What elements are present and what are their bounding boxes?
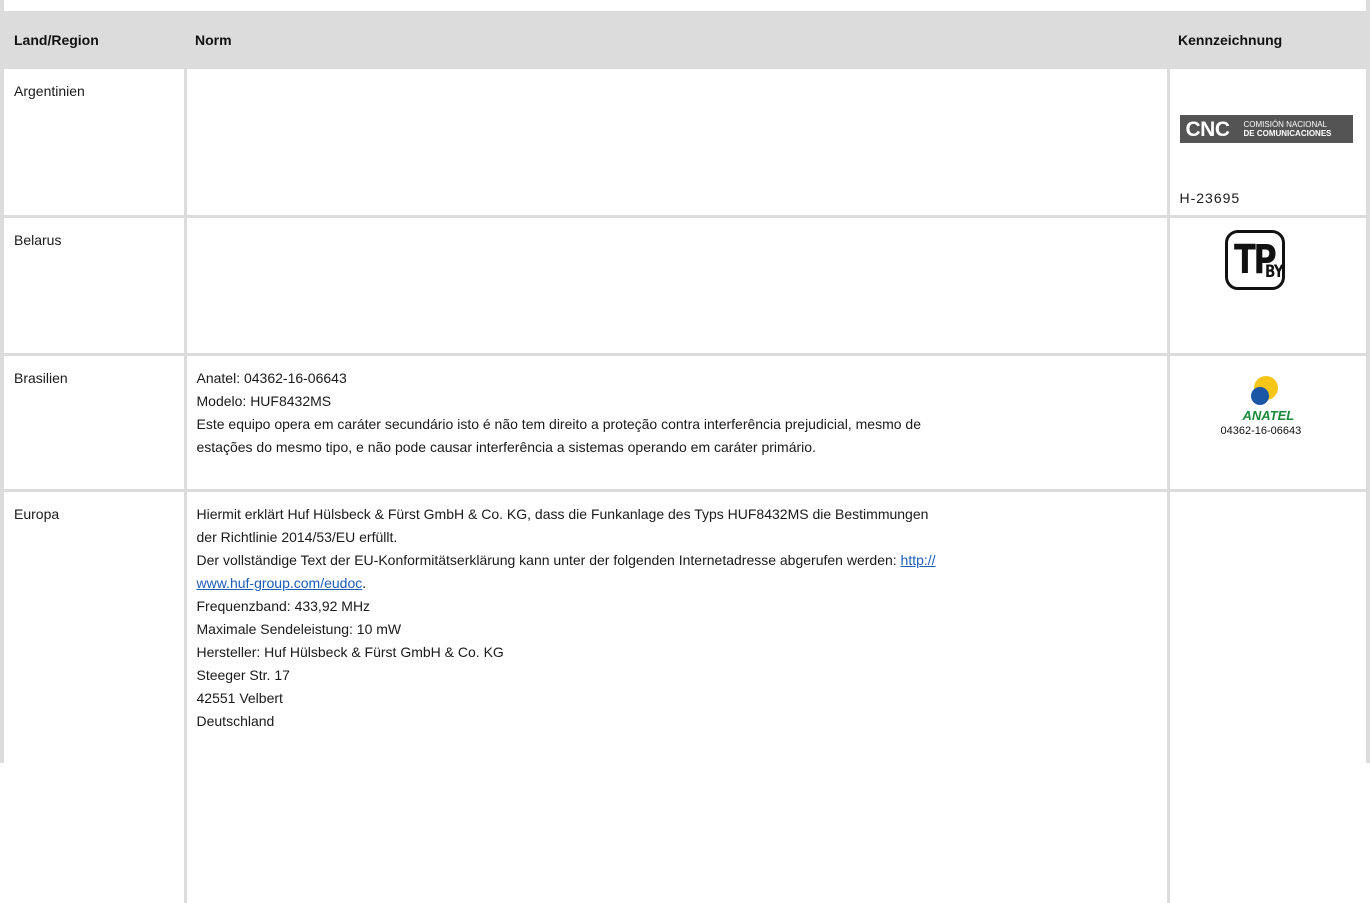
norm-cell: Anatel: 04362-16-06643 Modelo: HUF8432MS… [185, 355, 1168, 491]
norm-line-text: Der vollständige Text der EU-Konformität… [197, 552, 901, 568]
cnc-logo-line1: COMISIÓN NACIONAL [1244, 120, 1328, 129]
norm-line: Modelo: HUF8432MS [197, 390, 1157, 413]
norm-line: Hiermit erklärt Huf Hülsbeck & Fürst Gmb… [197, 503, 1157, 526]
norm-line: der Richtlinie 2014/53/EU erfüllt. [197, 526, 1157, 549]
table-row-belarus: Belarus TP BY [4, 217, 1366, 355]
norm-cell [185, 69, 1168, 217]
norm-line: Deutschland [197, 710, 1157, 733]
tp-logo-sub: BY [1265, 261, 1283, 284]
header-kennzeichnung: Kennzeichnung [1168, 11, 1366, 69]
norm-line: Hersteller: Huf Hülsbeck & Fürst GmbH & … [197, 641, 1157, 664]
norm-line: Frequenzband: 433,92 MHz [197, 595, 1157, 618]
cnc-approval-code: H-23695 [1180, 187, 1241, 210]
norm-line: Maximale Sendeleistung: 10 mW [197, 618, 1157, 641]
country-cell: Europa [4, 491, 185, 903]
mark-cell [1168, 491, 1366, 903]
country-cell: Argentinien [4, 69, 185, 217]
cnc-logo: CNC COMISIÓN NACIONAL DE COMUNICACIONES [1180, 115, 1353, 143]
norm-cell: Hiermit erklärt Huf Hülsbeck & Fürst Gmb… [185, 491, 1168, 903]
eudoc-link-part2[interactable]: www.huf-group.com/eudoc [197, 575, 363, 591]
table-row-brasilien: Brasilien Anatel: 04362-16-06643 Modelo:… [4, 355, 1366, 491]
table-row-europa: Europa Hiermit erklärt Huf Hülsbeck & Fü… [4, 491, 1366, 903]
country-cell: Belarus [4, 217, 185, 355]
mark-cell: ANATEL 04362-16-06643 [1168, 355, 1366, 491]
document-page: Land/Region Norm Kennzeichnung Argentini… [0, 0, 1370, 763]
eudoc-link-part1[interactable]: http:// [901, 552, 936, 568]
norm-line-with-link: Der vollständige Text der EU-Konformität… [197, 549, 1157, 572]
cnc-logo-line2: DE COMUNICACIONES [1244, 129, 1332, 138]
norm-cell [185, 217, 1168, 355]
anatel-logo: ANATEL 04362-16-06643 [1210, 366, 1330, 446]
mark-cell: CNC COMISIÓN NACIONAL DE COMUNICACIONES … [1168, 69, 1366, 217]
header-norm: Norm [185, 11, 1168, 69]
compliance-table: Land/Region Norm Kennzeichnung Argentini… [4, 11, 1366, 903]
cnc-logo-letters: CNC [1180, 118, 1244, 141]
norm-line-link-continuation: www.huf-group.com/eudoc. [197, 572, 1157, 595]
tp-by-logo: TP BY [1225, 230, 1285, 290]
table-header-row: Land/Region Norm Kennzeichnung [4, 11, 1366, 69]
anatel-emblem-icon [1210, 366, 1330, 406]
norm-line: Steeger Str. 17 [197, 664, 1157, 687]
norm-line: Anatel: 04362-16-06643 [197, 367, 1157, 390]
norm-line: Este equipo opera em caráter secundário … [197, 413, 1157, 436]
cnc-logo-text: COMISIÓN NACIONAL DE COMUNICACIONES [1244, 120, 1332, 138]
norm-line: 42551 Velbert [197, 687, 1157, 710]
anatel-code: 04362-16-06643 [1221, 420, 1302, 443]
link-suffix: . [362, 575, 366, 591]
header-land-region: Land/Region [4, 11, 185, 69]
norm-line: estações do mesmo tipo, e não pode causa… [197, 436, 1157, 459]
country-cell: Brasilien [4, 355, 185, 491]
table-row-argentinien: Argentinien CNC COMISIÓN NACIONAL DE COM… [4, 69, 1366, 217]
top-spacer [4, 0, 1366, 11]
mark-cell: TP BY [1168, 217, 1366, 355]
